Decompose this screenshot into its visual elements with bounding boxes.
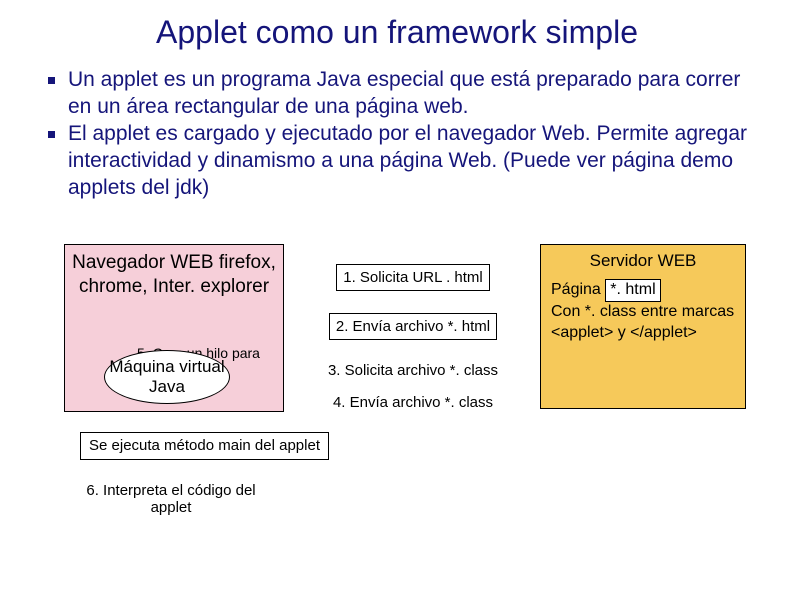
exec-method-box: Se ejecuta método main del applet: [80, 432, 329, 460]
browser-label: Navegador WEB firefox, chrome, Inter. ex…: [65, 245, 283, 299]
html-file-box: *. html: [605, 279, 660, 302]
server-line2: Con *. class entre marcas <applet> y </a…: [551, 303, 734, 341]
bullet-item: Un applet es un programa Java especial q…: [68, 67, 754, 121]
server-line1a: Página: [551, 281, 601, 298]
bullet-item: El applet es cargado y ejecutado por el …: [68, 121, 754, 202]
step-1: 1. Solicita URL . html: [336, 264, 490, 291]
diagram: Navegador WEB firefox, chrome, Inter. ex…: [0, 236, 794, 576]
step-3: 3. Solicita archivo *. class: [328, 360, 498, 381]
step-6-label: 6. Interpreta el código del applet: [86, 482, 256, 516]
server-label: Servidor WEB: [541, 245, 745, 279]
server-box: Servidor WEB Página *. html Con *. class…: [540, 244, 746, 409]
center-steps: 1. Solicita URL . html 2. Envía archivo …: [304, 256, 522, 418]
jvm-ellipse: Máquina virtual Java: [104, 350, 230, 404]
step-4: 4. Envía archivo *. class: [333, 392, 493, 413]
slide-title: Applet como un framework simple: [0, 0, 794, 61]
step-2: 2. Envía archivo *. html: [329, 313, 497, 340]
server-content: Página *. html Con *. class entre marcas…: [541, 279, 745, 343]
bullet-list: Un applet es un programa Java especial q…: [0, 61, 794, 201]
jvm-label: Máquina virtual Java: [105, 357, 229, 396]
